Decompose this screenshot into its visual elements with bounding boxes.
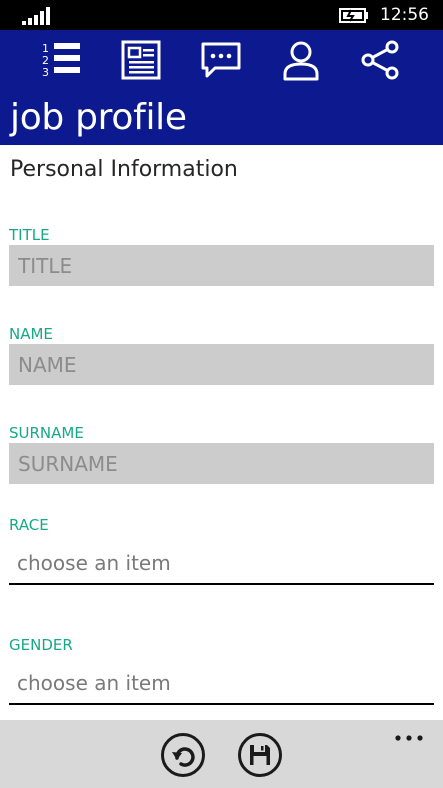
status-bar: 12:56 xyxy=(0,0,443,30)
gender-picker[interactable]: choose an item xyxy=(9,663,434,705)
surname-label: SURNAME xyxy=(9,424,84,442)
more-ellipsis-icon[interactable] xyxy=(394,732,424,744)
name-input[interactable] xyxy=(9,344,434,385)
name-label: NAME xyxy=(9,325,53,343)
numbered-list-icon[interactable]: 1 2 3 xyxy=(39,38,83,82)
section-title: Personal Information xyxy=(10,157,238,182)
race-picker[interactable]: choose an item xyxy=(9,543,434,585)
clock: 12:56 xyxy=(380,5,429,25)
document-icon[interactable] xyxy=(119,38,163,82)
app-bar xyxy=(0,720,443,788)
battery-charging-icon xyxy=(339,8,368,23)
page-title: job profile xyxy=(10,97,187,138)
undo-icon[interactable] xyxy=(160,732,206,778)
chat-bubble-icon[interactable] xyxy=(199,38,243,82)
app-header: 1 2 3 job profile xyxy=(0,30,443,145)
svg-text:3: 3 xyxy=(42,66,49,79)
share-icon[interactable] xyxy=(359,38,403,82)
person-icon[interactable] xyxy=(279,38,323,82)
title-label: TITLE xyxy=(9,226,50,244)
gender-label: GENDER xyxy=(9,636,73,654)
save-icon[interactable] xyxy=(237,732,283,778)
race-label: RACE xyxy=(9,516,49,534)
surname-input[interactable] xyxy=(9,443,434,484)
signal-strength-icon xyxy=(22,7,50,25)
title-input[interactable] xyxy=(9,245,434,286)
